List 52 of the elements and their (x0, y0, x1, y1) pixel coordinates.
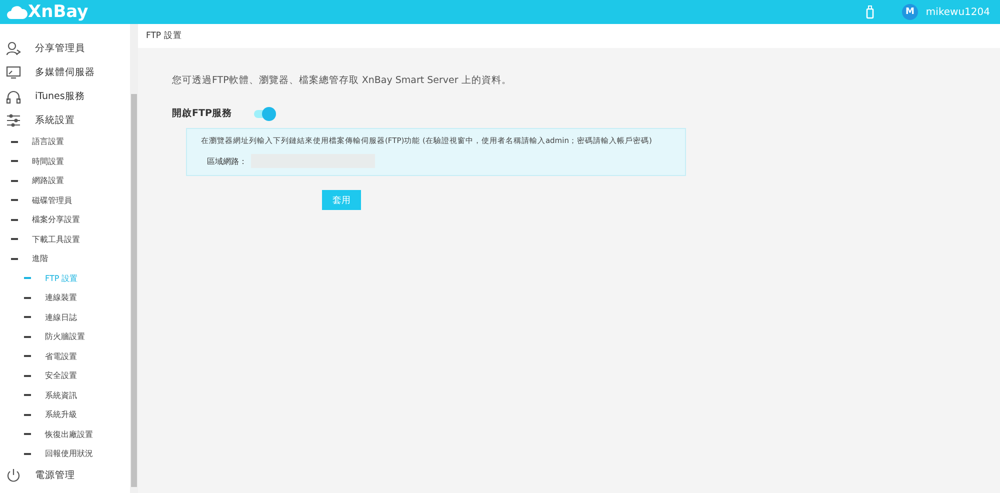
dash-icon (11, 199, 18, 202)
dash-icon (24, 394, 31, 396)
cloud-logo-icon (6, 4, 28, 20)
dash-icon (24, 433, 31, 436)
sidebar-subitem[interactable]: 下載工具設置 (0, 230, 130, 249)
dash-icon (11, 238, 18, 240)
sidebar-subitem[interactable]: 系統資訊 (0, 386, 130, 405)
sidebar-subitem[interactable]: 安全設置 (0, 366, 130, 386)
dash-icon (11, 180, 18, 182)
field-label: 區域網路： (207, 156, 247, 166)
dash-icon (24, 316, 31, 318)
dash-icon (11, 160, 18, 162)
dash-icon (24, 296, 31, 299)
sidebar-subitem[interactable]: 網路設置 (0, 171, 130, 190)
power-icon (6, 468, 21, 483)
sidebar-item[interactable]: 系統設置 (0, 108, 130, 132)
sidebar-subitem[interactable]: 防火牆設置 (0, 327, 130, 346)
dash-icon (11, 140, 18, 143)
scrollbar-thumb[interactable] (131, 94, 137, 487)
description-text: 您可透過FTP軟體、瀏覽器、檔案總管存取 XnBay Smart Server 上的資料。 (172, 74, 512, 87)
dash-icon (24, 336, 31, 338)
dash-icon (24, 374, 31, 377)
sidebar-subitem[interactable]: 省電設置 (0, 346, 130, 366)
dash-icon (11, 258, 18, 260)
sidebar-item[interactable]: 電源管理 (0, 464, 130, 488)
dash-icon (11, 218, 18, 221)
usb-drive-icon[interactable] (866, 5, 874, 19)
sidebar-subitem[interactable]: 時間設置 (0, 152, 130, 171)
sidebar-subitem[interactable]: 恢復出廠設置 (0, 424, 130, 444)
dash-icon (24, 355, 31, 358)
headphones-icon (6, 88, 21, 104)
sidebar-subitem[interactable]: 連線裝置 (0, 288, 130, 308)
dash-icon (24, 452, 31, 455)
dash-icon (24, 277, 31, 280)
sidebar-subitem[interactable]: 磁碟管理員 (0, 190, 130, 210)
toggle-label: 開啟FTP服務 (172, 107, 232, 120)
sidebar-subitem[interactable]: 語言設置 (0, 132, 130, 152)
scrollbar[interactable] (130, 24, 138, 493)
sidebar-item[interactable]: 分享管理員 (0, 36, 130, 60)
dash-icon (24, 414, 31, 416)
users-icon (6, 40, 21, 56)
sidebar-subitem[interactable]: 連線日誌 (0, 308, 130, 327)
sidebar-item[interactable]: iTunes服務 (0, 84, 130, 108)
sidebar-subitem[interactable]: 進階 (0, 249, 130, 268)
breadcrumb: FTP 設置 (138, 24, 1000, 48)
sidebar-subitem[interactable]: 系統升級 (0, 405, 130, 424)
monitor-icon (6, 64, 21, 80)
sidebar-subitem[interactable]: 回報使用狀況 (0, 444, 130, 464)
sidebar-subitem[interactable]: 檔案分享設置 (0, 210, 130, 230)
sidebar-item[interactable]: 多媒體伺服器 (0, 60, 130, 84)
toggle-switch[interactable] (254, 110, 274, 118)
sliders-icon (6, 112, 21, 128)
